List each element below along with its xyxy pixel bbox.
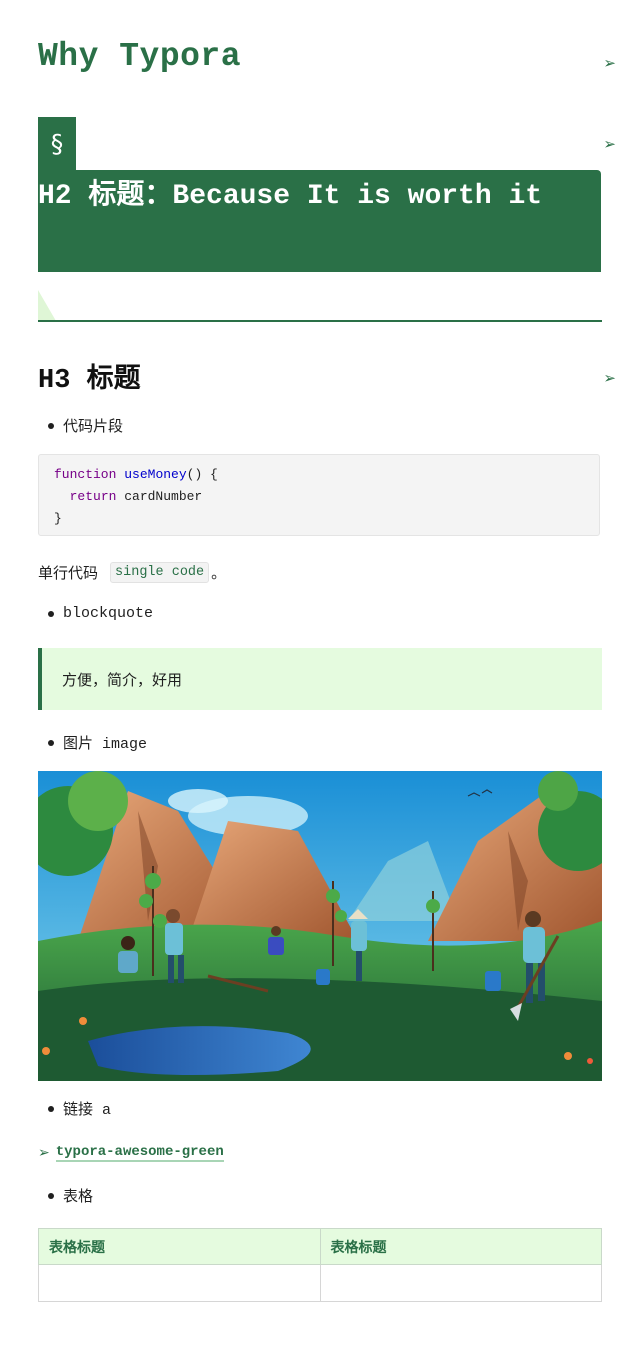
h2-anchor-icon[interactable]: ➢ — [603, 135, 616, 153]
table-row — [38, 1264, 602, 1302]
code-keyword: function — [54, 467, 117, 482]
code-block[interactable]: function useMoney() { return cardNumber … — [38, 454, 600, 536]
bullet-dot-icon — [48, 1192, 54, 1199]
heading-2-underline — [38, 320, 602, 322]
heading-1: Why Typora — [38, 38, 242, 75]
typora-awesome-green-link[interactable]: ➢ typora-awesome-green — [38, 1144, 224, 1162]
blockquote: 方便，简介，好用 — [38, 648, 602, 710]
h1-anchor-icon[interactable]: ➢ — [603, 54, 616, 72]
list-item-table: 表格 — [48, 1185, 93, 1206]
heading-3: H3 标题 — [38, 366, 141, 396]
inline-prefix: 单行代码 — [38, 564, 99, 582]
inline-suffix: 。 — [211, 564, 227, 582]
link-arrow-icon: ➢ — [38, 1145, 50, 1161]
bullet-dot-icon — [48, 1105, 54, 1112]
code-text: } — [54, 511, 62, 526]
link-label: typora-awesome-green — [55, 1144, 224, 1162]
bullet-dot-icon — [48, 739, 54, 746]
heading-2-fold-decoration — [38, 290, 56, 321]
blockquote-text: 方便，简介，好用 — [62, 670, 183, 689]
list-item-image: 图片 image — [48, 732, 147, 753]
table-header-row: 表格标题 表格标题 — [38, 1228, 602, 1265]
code-text: () { — [186, 467, 218, 482]
list-item-label: 代码片段 — [63, 417, 124, 435]
list-item-label: 表格 — [63, 1187, 94, 1205]
code-keyword: return — [69, 489, 117, 504]
h3-anchor-icon[interactable]: ➢ — [603, 369, 616, 387]
table-cell[interactable] — [38, 1264, 321, 1302]
code-function-name: useMoney — [124, 467, 187, 482]
inline-code-paragraph: 单行代码 single code 。 — [38, 562, 226, 583]
list-item-blockquote: blockquote — [48, 605, 153, 622]
inline-code: single code — [110, 562, 210, 583]
table-header-cell[interactable]: 表格标题 — [319, 1228, 602, 1265]
bullet-dot-icon — [48, 422, 54, 429]
table-header-cell[interactable]: 表格标题 — [38, 1228, 321, 1265]
list-item-label: 图片 image — [63, 736, 148, 753]
list-item-link: 链接 a — [48, 1098, 111, 1119]
illustration-image — [38, 771, 602, 1081]
code-text: cardNumber — [116, 489, 203, 504]
list-item-label: blockquote — [63, 605, 154, 622]
list-item-label: 链接 a — [63, 1102, 112, 1119]
heading-2: H2 标题：Because It is worth it — [38, 181, 543, 212]
bullet-dot-icon — [48, 610, 54, 617]
section-sign-icon: § — [38, 117, 76, 170]
list-item-code: 代码片段 — [48, 415, 123, 436]
table-cell[interactable] — [319, 1264, 602, 1302]
data-table: 表格标题 表格标题 — [38, 1228, 602, 1302]
